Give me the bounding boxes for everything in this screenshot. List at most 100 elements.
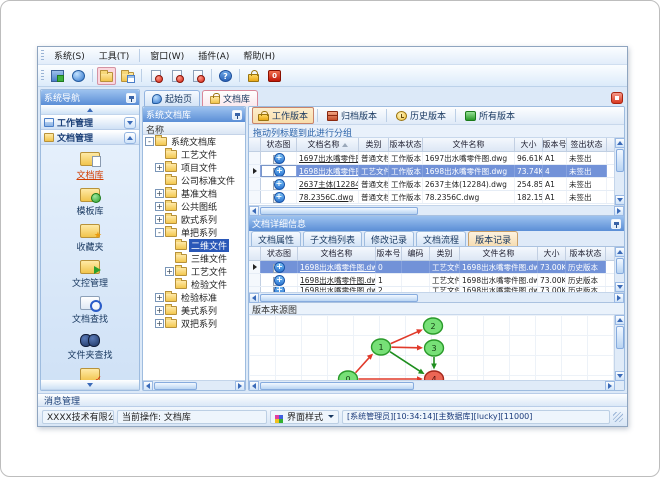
chevron-up-icon[interactable] [124, 131, 136, 144]
tree-node[interactable]: 检验文件 [143, 278, 245, 291]
scroll-up-button[interactable] [614, 247, 624, 257]
column-header[interactable]: 签出状态 [567, 138, 607, 151]
scroll-left-button[interactable] [249, 292, 259, 303]
tree-node[interactable]: 三维文件 [143, 252, 245, 265]
menu-grip[interactable] [41, 50, 44, 61]
scroll-down-button[interactable] [614, 371, 624, 381]
column-header[interactable]: 编码 [402, 247, 430, 260]
message-bar[interactable]: 消息管理 [38, 393, 627, 407]
tree-node[interactable]: + 检验标准 [143, 291, 245, 304]
scroll-down-button[interactable] [614, 195, 624, 205]
detail-tab-4[interactable]: 版本记录 [468, 231, 519, 246]
menu-item-3[interactable]: 插件(A) [191, 47, 236, 64]
version-button-2[interactable]: 历史版本 [390, 107, 452, 124]
column-header[interactable]: 版本号 [543, 138, 567, 151]
nav-group-0[interactable]: 工作管理 [41, 115, 139, 130]
detail-pushpin-icon[interactable] [611, 218, 621, 229]
detail-tab-1[interactable]: 子文档列表 [303, 231, 363, 246]
tab-close-button[interactable] [611, 92, 623, 104]
column-header[interactable]: 大小 [538, 247, 566, 260]
scrollbar-thumb[interactable] [154, 381, 197, 390]
tree-node[interactable]: + 基准文档 [143, 187, 245, 200]
tree-node[interactable]: 公司标准文件 [143, 174, 245, 187]
tree-node[interactable]: 工艺文件 [143, 148, 245, 161]
tree-node[interactable]: - 系统文档库 [143, 135, 245, 148]
table-row[interactable]: 78.2356C.dwg普通文档工作版本78.2356C.dwg182.15KB… [249, 191, 614, 204]
expand-icon[interactable]: + [155, 319, 164, 328]
scrollbar-thumb[interactable] [260, 293, 418, 302]
tree-pushpin-icon[interactable] [232, 109, 242, 120]
tree-node[interactable]: + 工艺文件 [143, 265, 245, 278]
expand-icon[interactable]: + [165, 267, 174, 276]
toolbar-button-lock[interactable] [244, 67, 263, 85]
scroll-right-button[interactable] [614, 205, 624, 216]
table-row[interactable]: 1698出水嘴零件图.dwg工艺文件工作版本1698出水嘴零件图.dwg73.7… [249, 165, 614, 178]
version-grid-vertical-scrollbar[interactable] [614, 247, 624, 292]
version-button-1[interactable]: 归档版本 [321, 107, 383, 124]
sidebar-item-doc-search[interactable]: 文档查找 [41, 292, 139, 328]
nav-scroll-up[interactable] [41, 105, 139, 115]
expand-icon[interactable]: + [155, 293, 164, 302]
column-header[interactable]: 文档名称 [297, 138, 359, 151]
column-header[interactable]: 文件名称 [423, 138, 515, 151]
table-row[interactable]: 1698出水嘴零件图.dwg0工艺文件1698出水嘴零件图.dwg73.00KB… [249, 261, 614, 274]
table-row[interactable]: 1697出水嘴零件图.dwg普通文档工作版本1697出水嘴零件图.dwg96.6… [249, 152, 614, 165]
nav-group-1[interactable]: 文档管理 [41, 130, 139, 145]
column-header[interactable]: 文档名称 [298, 247, 376, 260]
tab-start-page[interactable]: 起始页 [144, 90, 201, 106]
tree-node[interactable]: + 项目文件 [143, 161, 245, 174]
toolbar-button-screen[interactable] [48, 67, 67, 85]
chevron-down-icon[interactable] [124, 116, 136, 129]
column-header[interactable]: 状态图 [261, 247, 298, 260]
column-header[interactable]: 类别 [359, 138, 389, 151]
tree-node[interactable]: + 欧式系列 [143, 213, 245, 226]
toolbar-button-folder-list[interactable] [118, 67, 137, 85]
tree-node[interactable]: - 单把系列 [143, 226, 245, 239]
expand-icon[interactable]: + [155, 306, 164, 315]
document-grid-horizontal-scrollbar[interactable] [249, 205, 624, 216]
detail-tab-3[interactable]: 文档流程 [416, 231, 467, 246]
toolbar-button-folder-open[interactable] [97, 66, 116, 85]
document-grid-vertical-scrollbar[interactable] [614, 138, 624, 205]
expand-icon[interactable]: + [155, 189, 164, 198]
column-header[interactable]: 状态图 [261, 138, 297, 151]
version-button-0[interactable]: 工作版本 [252, 107, 315, 124]
toolbar-button-doc-export[interactable] [146, 67, 165, 85]
nav-scroll-down[interactable] [41, 380, 139, 390]
scroll-left-button[interactable] [249, 380, 259, 390]
expand-icon[interactable]: + [155, 215, 164, 224]
expand-icon[interactable]: + [155, 202, 164, 211]
scroll-down-button[interactable] [614, 282, 624, 292]
graph-vertical-scrollbar[interactable] [614, 315, 624, 381]
sidebar-item-folder-doc[interactable]: 文档库 [41, 148, 139, 184]
scroll-right-button[interactable] [235, 380, 245, 390]
tree-horizontal-scrollbar[interactable] [143, 380, 245, 390]
menu-item-4[interactable]: 帮助(H) [236, 47, 282, 64]
tree-node[interactable]: 二维文件 [143, 239, 245, 252]
toolbar-button-doc-mail[interactable] [167, 67, 186, 85]
menu-item-0[interactable]: 系统(S) [47, 47, 92, 64]
menu-item-1[interactable]: 工具(T) [92, 47, 137, 64]
sidebar-item-folder-checkout[interactable]: 签出的文档 [41, 364, 139, 380]
version-grid-horizontal-scrollbar[interactable] [249, 292, 624, 303]
tab-library[interactable]: 文档库 [202, 90, 259, 106]
table-row[interactable]: 2637主体(12284).dwg普通文档工作版本2637主体(12284).d… [249, 178, 614, 191]
tree-node[interactable]: + 公共图纸 [143, 200, 245, 213]
sidebar-item-folder-star[interactable]: 收藏夹 [41, 220, 139, 256]
sidebar-item-folder-template[interactable]: 模板库 [41, 184, 139, 220]
column-header[interactable]: 版本状态 [566, 247, 606, 260]
toolbar-grip[interactable] [41, 70, 44, 81]
column-header[interactable]: 文件名称 [460, 247, 538, 260]
scroll-up-button[interactable] [614, 315, 624, 325]
sidebar-item-binoculars[interactable]: 文件夹查找 [41, 328, 139, 364]
scrollbar-thumb[interactable] [615, 149, 624, 173]
collapse-icon[interactable]: - [145, 137, 154, 146]
scrollbar-thumb[interactable] [260, 381, 414, 390]
column-header[interactable]: 版本号 [376, 247, 402, 260]
collapse-icon[interactable]: - [155, 228, 164, 237]
toolbar-button-globe[interactable] [69, 67, 88, 85]
column-header[interactable]: 类别 [430, 247, 460, 260]
scroll-right-button[interactable] [614, 292, 624, 303]
ui-style-dropdown[interactable]: 界面样式 [270, 409, 340, 424]
detail-tab-0[interactable]: 文档属性 [251, 231, 302, 246]
